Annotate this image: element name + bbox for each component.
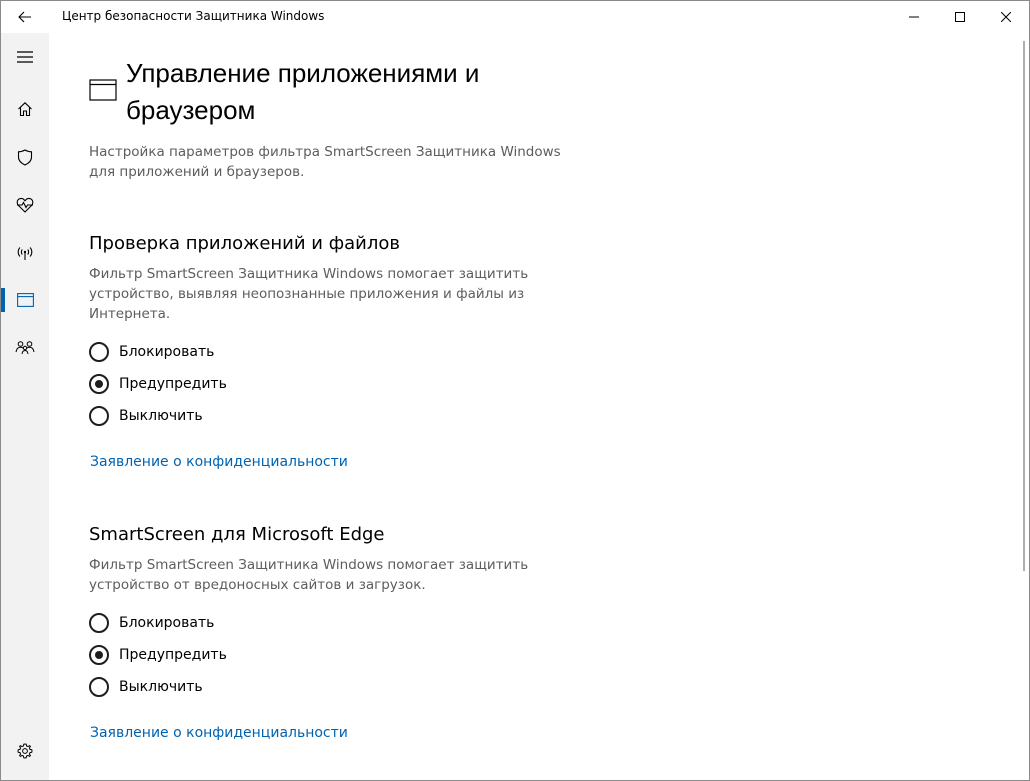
- privacy-statement-link-edge[interactable]: Заявление о конфиденциальности: [90, 725, 348, 741]
- nav-item-home[interactable]: [1, 85, 49, 133]
- nav-item-device-health[interactable]: [1, 181, 49, 229]
- radio-button[interactable]: [89, 677, 109, 697]
- main-content: Управление приложениями и браузером Наст…: [49, 33, 1019, 780]
- radio-off-edge[interactable]: Выключить: [89, 675, 203, 699]
- home-icon: [18, 102, 32, 117]
- page-description: Настройка параметров фильтра SmartScreen…: [89, 144, 561, 180]
- radio-off-apps[interactable]: Выключить: [89, 404, 203, 428]
- nav-item-firewall-network[interactable]: [1, 229, 49, 277]
- radio-button[interactable]: [89, 406, 109, 426]
- shield-icon: [17, 148, 33, 166]
- settings-gear-icon: [17, 743, 33, 759]
- nav-item-settings[interactable]: [1, 727, 49, 775]
- radio-block-edge[interactable]: Блокировать: [89, 611, 214, 635]
- scrollbar-thumb[interactable]: [1023, 41, 1025, 571]
- maximize-button[interactable]: [937, 1, 983, 33]
- family-icon: [15, 341, 35, 355]
- app-window: Центр безопасности Защитника Windows Упр…: [0, 0, 1030, 781]
- maximize-icon: [955, 12, 965, 22]
- title-bar: Центр безопасности Защитника Windows: [1, 1, 1029, 33]
- nav-item-app-browser-control[interactable]: [1, 276, 49, 324]
- radio-label: Блокировать: [119, 615, 215, 631]
- back-arrow-icon: [18, 11, 31, 23]
- radio-warn-apps[interactable]: Предупредить: [89, 372, 227, 396]
- close-icon: [1001, 12, 1011, 22]
- radio-block-apps[interactable]: Блокировать: [89, 340, 214, 364]
- section-description-app-file-check: Фильтр SmartScreen Защитника Windows пом…: [89, 266, 529, 322]
- back-button[interactable]: [1, 1, 49, 33]
- page-title: Управление приложениями и браузером: [126, 58, 480, 125]
- app-browser-header-icon: [89, 79, 117, 101]
- nav-item-family-options[interactable]: [1, 324, 49, 372]
- radio-label: Предупредить: [119, 647, 227, 663]
- radio-button[interactable]: [89, 613, 109, 633]
- window-title: Центр безопасности Защитника Windows: [62, 9, 325, 23]
- radio-label: Блокировать: [119, 344, 215, 360]
- section-description-smartscreen-edge: Фильтр SmartScreen Защитника Windows пом…: [89, 557, 529, 593]
- app-browser-icon: [16, 293, 34, 307]
- radio-label: Предупредить: [119, 376, 227, 392]
- navigation-rail: [1, 33, 49, 780]
- radio-button-selected[interactable]: [89, 645, 109, 665]
- nav-item-virus-protection[interactable]: [1, 133, 49, 181]
- minimize-button[interactable]: [891, 1, 937, 33]
- minimize-icon: [909, 16, 919, 18]
- section-heading-app-file-check: Проверка приложений и файлов: [89, 233, 400, 254]
- hamburger-menu-icon: [17, 51, 33, 63]
- radio-label: Выключить: [119, 408, 203, 424]
- radio-button-selected[interactable]: [89, 374, 109, 394]
- heart-pulse-icon: [16, 197, 34, 213]
- close-button[interactable]: [983, 1, 1029, 33]
- wireless-antenna-icon: [17, 247, 33, 260]
- radio-warn-edge[interactable]: Предупредить: [89, 643, 227, 667]
- radio-label: Выключить: [119, 679, 203, 695]
- privacy-statement-link-apps[interactable]: Заявление о конфиденциальности: [90, 454, 348, 470]
- nav-hamburger-button[interactable]: [1, 33, 49, 81]
- section-heading-smartscreen-edge: SmartScreen для Microsoft Edge: [89, 524, 385, 545]
- radio-button[interactable]: [89, 342, 109, 362]
